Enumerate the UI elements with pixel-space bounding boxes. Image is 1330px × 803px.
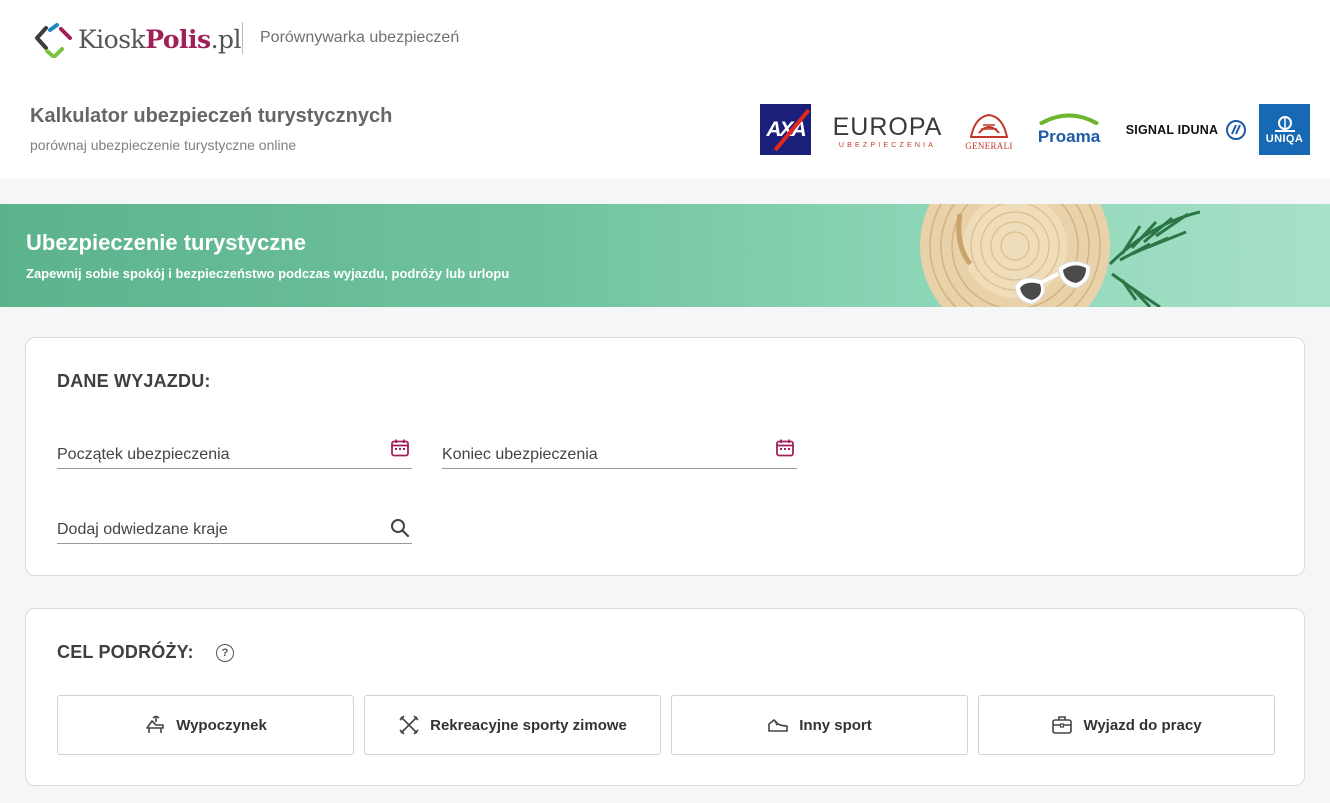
signal-iduna-logo: SIGNAL IDUNA bbox=[1122, 116, 1250, 144]
trip-details-title: DANE WYJAZDU: bbox=[57, 371, 211, 391]
end-date-field[interactable] bbox=[442, 433, 797, 469]
skis-icon bbox=[399, 715, 419, 735]
start-date-input[interactable] bbox=[57, 433, 412, 468]
logo-wordmark: KioskPolis.pl bbox=[78, 24, 242, 54]
banner-subtitle: Zapewnij sobie spokój i bezpieczeństwo p… bbox=[26, 266, 510, 281]
insurer-logos: AXA EUROPA UBEZPIECZENIA GENERALI Proama… bbox=[0, 104, 1330, 156]
kioskpolis-logo[interactable]: KioskPolis.pl bbox=[34, 20, 242, 59]
search-icon[interactable] bbox=[390, 518, 410, 538]
axa-logo: AXA bbox=[760, 104, 811, 155]
logo-diamond-icon bbox=[34, 20, 74, 59]
sun-lounger-icon bbox=[146, 715, 165, 733]
countries-input[interactable] bbox=[57, 508, 412, 543]
banner-title: Ubezpieczenie turystyczne bbox=[26, 230, 306, 255]
question-circle-icon[interactable]: ? bbox=[216, 644, 234, 662]
uniqa-emblem-icon bbox=[1274, 115, 1295, 132]
trip-details-card: DANE WYJAZDU: bbox=[25, 337, 1305, 576]
hero-banner: Ubezpieczenie turystyczne Zapewnij sobie… bbox=[0, 204, 1330, 307]
proama-logo: Proama bbox=[1032, 110, 1106, 150]
uniqa-logo: UNIQA bbox=[1259, 104, 1310, 155]
proama-arc-icon bbox=[1038, 113, 1100, 125]
straw-hat-sunglasses-illustration bbox=[920, 204, 1200, 307]
calendar-icon[interactable] bbox=[775, 438, 795, 458]
purpose-winter-sports-button[interactable]: Rekreacyjne sporty zimowe bbox=[364, 695, 661, 755]
purpose-other-sport-button[interactable]: Inny sport bbox=[671, 695, 968, 755]
generali-logo: GENERALI bbox=[964, 108, 1014, 154]
trip-purpose-card: CEL PODRÓŻY: ? Wypoczynek Rekreacyjne sp… bbox=[25, 608, 1305, 786]
logo-divider bbox=[242, 22, 243, 54]
purpose-work-trip-button[interactable]: Wyjazd do pracy bbox=[978, 695, 1275, 755]
start-date-field[interactable] bbox=[57, 433, 412, 469]
briefcase-icon bbox=[1052, 716, 1073, 734]
sneaker-icon bbox=[768, 719, 789, 732]
generali-lion-icon bbox=[969, 113, 1009, 138]
calculator-header: Kalkulator ubezpieczeń turystycznych por… bbox=[0, 80, 1330, 179]
europa-logo: EUROPA UBEZPIECZENIA bbox=[832, 112, 943, 149]
calendar-icon[interactable] bbox=[390, 438, 410, 458]
signal-iduna-emblem-icon bbox=[1226, 120, 1247, 140]
top-bar: KioskPolis.pl Porównywarka ubezpieczeń bbox=[0, 0, 1330, 80]
purpose-label: Wypoczynek bbox=[176, 716, 267, 734]
purpose-label: Wyjazd do pracy bbox=[1083, 716, 1202, 734]
countries-field[interactable] bbox=[57, 508, 412, 544]
brand-tagline: Porównywarka ubezpieczeń bbox=[260, 29, 460, 46]
end-date-input[interactable] bbox=[442, 433, 797, 468]
purpose-label: Rekreacyjne sporty zimowe bbox=[430, 716, 627, 734]
purpose-leisure-button[interactable]: Wypoczynek bbox=[57, 695, 354, 755]
purpose-label: Inny sport bbox=[799, 716, 872, 734]
trip-purpose-title: CEL PODRÓŻY: bbox=[57, 642, 194, 662]
